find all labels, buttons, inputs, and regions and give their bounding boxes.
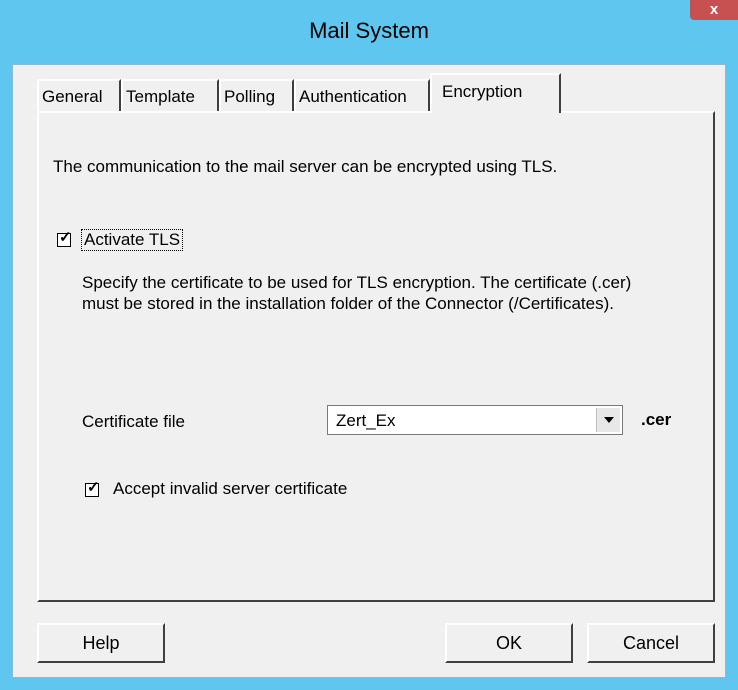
ok-button[interactable]: OK	[445, 623, 573, 663]
tab-template[interactable]: Template	[121, 79, 219, 112]
tab-encryption[interactable]: Encryption	[430, 73, 561, 113]
dialog-client: General Template Polling Authentication …	[12, 64, 726, 678]
close-button[interactable]: x	[690, 0, 738, 20]
title-bar[interactable]: Mail System x	[0, 0, 738, 66]
activate-tls-checkbox[interactable]: ✓	[57, 229, 72, 247]
certificate-description: Specify the certificate to be used for T…	[82, 273, 632, 313]
tab-authentication[interactable]: Authentication	[294, 79, 430, 112]
checkmark-icon: ✓	[59, 229, 72, 246]
certificate-suffix: .cer	[641, 410, 672, 429]
dropdown-button[interactable]	[596, 408, 620, 432]
tab-polling[interactable]: Polling	[219, 79, 294, 112]
tab-general[interactable]: General	[37, 79, 121, 112]
accept-invalid-label[interactable]: Accept invalid server certificate	[113, 479, 347, 499]
help-button[interactable]: Help	[37, 623, 165, 663]
checkmark-icon: ✓	[87, 479, 100, 496]
certificate-file-value: Zert_Ex	[336, 411, 396, 430]
intro-text: The communication to the mail server can…	[53, 157, 558, 176]
window-title: Mail System	[309, 18, 429, 43]
certificate-file-select[interactable]: Zert_Ex	[327, 405, 623, 435]
certificate-file-label: Certificate file	[82, 412, 185, 431]
dialog-window: Mail System x General Template Polling A…	[0, 0, 738, 690]
activate-tls-label[interactable]: Activate TLS	[81, 229, 184, 251]
chevron-down-icon	[604, 417, 614, 423]
encryption-panel: The communication to the mail server can…	[37, 111, 715, 602]
accept-invalid-checkbox[interactable]: ✓	[85, 479, 100, 497]
cancel-button[interactable]: Cancel	[587, 623, 715, 663]
